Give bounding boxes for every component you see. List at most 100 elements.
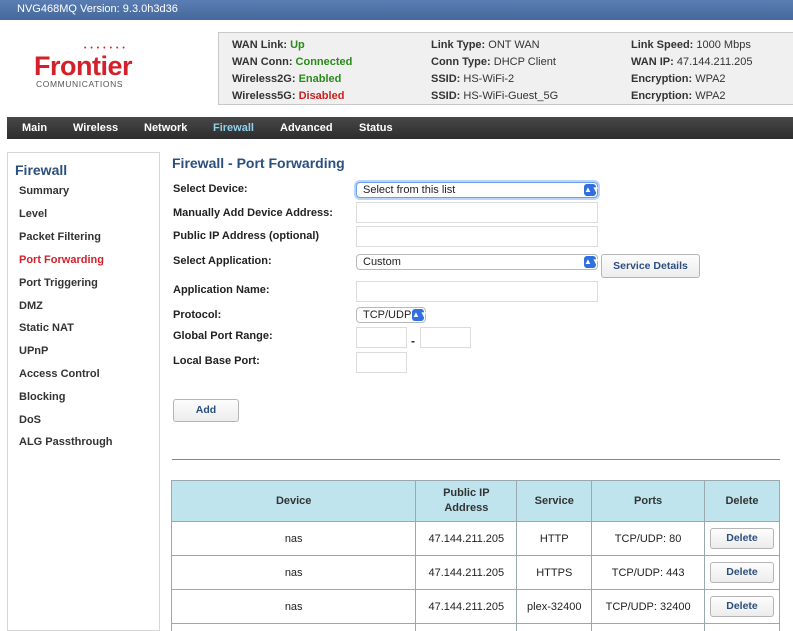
- label-global-port-range: Global Port Range:: [173, 330, 273, 342]
- status-wireless-2g: Wireless2G: Enabled: [232, 73, 342, 85]
- status-column-2: Link Type: ONT WAN Conn Type: DHCP Clien…: [431, 37, 558, 105]
- cell-ports: [591, 623, 705, 631]
- cell-device: nas: [170, 589, 417, 624]
- delete-button[interactable]: Delete: [710, 562, 774, 583]
- table-row: nas 47.144.211.205 HTTP TCP/UDP: 80 Dele…: [170, 521, 780, 556]
- cell-public-ip: 47.144.211.205: [415, 555, 518, 590]
- header-delete: Delete: [704, 480, 780, 522]
- cell-ports: TCP/UDP: 80: [591, 521, 705, 556]
- port-forwarding-table: Device Public IP Address Service Ports D…: [170, 480, 780, 631]
- cell-service: plex-32400: [516, 589, 593, 624]
- header-ports: Ports: [591, 480, 705, 522]
- cell-device: nas: [170, 555, 417, 590]
- sidebar-item-dos[interactable]: DoS: [19, 414, 41, 426]
- status-column-3: Link Speed: 1000 Mbps WAN IP: 47.144.211…: [631, 37, 753, 105]
- header-device: Device: [170, 480, 417, 522]
- cell-service: HTTP: [516, 521, 593, 556]
- sidebar-item-level[interactable]: Level: [19, 208, 47, 220]
- cell-delete: Delete: [704, 555, 780, 590]
- select-arrows-icon: ▲▼: [584, 256, 600, 268]
- cell-public-ip: 47.144.211.205: [415, 589, 518, 624]
- local-base-port-input[interactable]: [356, 352, 407, 373]
- label-local-base-port: Local Base Port:: [173, 355, 260, 367]
- page-title: Firewall - Port Forwarding: [172, 155, 345, 171]
- nav-advanced[interactable]: Advanced: [280, 122, 333, 134]
- label-public-ip: Public IP Address (optional): [173, 230, 320, 242]
- port-range-dash: -: [411, 334, 415, 348]
- nav-main[interactable]: Main: [22, 122, 47, 134]
- sidebar-item-alg-passthrough[interactable]: ALG Passthrough: [19, 436, 113, 448]
- sidebar-title: Firewall: [15, 162, 68, 178]
- add-button[interactable]: Add: [173, 399, 239, 422]
- status-wan-link: WAN Link: Up: [232, 39, 305, 51]
- cell-public-ip: [415, 623, 518, 631]
- global-port-end-input[interactable]: [420, 327, 471, 348]
- service-details-button[interactable]: Service Details: [601, 254, 700, 278]
- logo-subtitle: COMMUNICATIONS: [36, 79, 124, 89]
- sidebar: Firewall Summary Level Packet Filtering …: [7, 152, 160, 631]
- label-select-device: Select Device:: [173, 183, 248, 195]
- header: • • • • • • • Frontier COMMUNICATIONS WA…: [0, 20, 793, 115]
- label-application-name: Application Name:: [173, 284, 270, 296]
- cell-public-ip: 47.144.211.205: [415, 521, 518, 556]
- section-divider: [172, 459, 780, 460]
- label-select-application: Select Application:: [173, 255, 272, 267]
- cell-device: [170, 623, 417, 631]
- status-encryption-5g: Encryption: WPA2: [631, 90, 726, 102]
- sidebar-item-packet-filtering[interactable]: Packet Filtering: [19, 231, 101, 243]
- cell-service: HTTPS: [516, 555, 593, 590]
- cell-service: [516, 623, 593, 631]
- logo-name: Frontier: [34, 51, 133, 81]
- sidebar-item-dmz[interactable]: DMZ: [19, 300, 43, 312]
- table-header-row: Device Public IP Address Service Ports D…: [170, 480, 780, 522]
- version-text: NVG468MQ Version: 9.3.0h3d36: [17, 3, 178, 15]
- nav-wireless[interactable]: Wireless: [73, 122, 118, 134]
- frontier-logo: • • • • • • • Frontier COMMUNICATIONS: [34, 42, 144, 92]
- select-arrows-icon: ▲▼: [412, 309, 428, 321]
- status-encryption-2g: Encryption: WPA2: [631, 73, 726, 85]
- select-arrows-icon: ▲▼: [584, 184, 600, 196]
- header-service: Service: [516, 480, 593, 522]
- nav-firewall[interactable]: Firewall: [213, 122, 254, 134]
- sidebar-item-blocking[interactable]: Blocking: [19, 391, 65, 403]
- select-device-dropdown[interactable]: Select from this list ▲▼: [356, 182, 600, 198]
- status-column-1: WAN Link: Up WAN Conn: Connected Wireles…: [232, 37, 352, 105]
- status-conn-type: Conn Type: DHCP Client: [431, 56, 556, 68]
- status-panel: WAN Link: Up WAN Conn: Connected Wireles…: [218, 32, 793, 105]
- cell-delete: Delete: [704, 589, 780, 624]
- status-ssid-2g: SSID: HS-WiFi-2: [431, 73, 515, 85]
- protocol-value: TCP/UDP: [363, 309, 412, 321]
- manual-address-input[interactable]: [356, 202, 598, 223]
- delete-button[interactable]: Delete: [710, 596, 774, 617]
- main-navbar: Main Wireless Network Firewall Advanced …: [7, 117, 793, 139]
- global-port-start-input[interactable]: [356, 327, 407, 348]
- label-manual-address: Manually Add Device Address:: [173, 207, 333, 219]
- status-wan-conn: WAN Conn: Connected: [232, 56, 353, 68]
- status-link-speed: Link Speed: 1000 Mbps: [631, 39, 751, 51]
- table-row: [170, 623, 780, 631]
- delete-button[interactable]: Delete: [710, 528, 774, 549]
- nav-status[interactable]: Status: [359, 122, 393, 134]
- version-bar: NVG468MQ Version: 9.3.0h3d36: [0, 0, 793, 20]
- cell-ports: TCP/UDP: 443: [591, 555, 705, 590]
- select-device-value: Select from this list: [363, 184, 456, 196]
- status-link-type: Link Type: ONT WAN: [431, 39, 540, 51]
- table-row: nas 47.144.211.205 plex-32400 TCP/UDP: 3…: [170, 589, 780, 624]
- select-application-dropdown[interactable]: Custom ▲▼: [356, 254, 600, 270]
- sidebar-item-access-control[interactable]: Access Control: [19, 368, 100, 380]
- protocol-dropdown[interactable]: TCP/UDP ▲▼: [356, 307, 428, 323]
- public-ip-input[interactable]: [356, 226, 598, 247]
- sidebar-item-static-nat[interactable]: Static NAT: [19, 322, 74, 334]
- status-wireless-5g: Wireless5G: Disabled: [232, 90, 345, 102]
- status-ssid-5g: SSID: HS-WiFi-Guest_5G: [431, 90, 559, 102]
- sidebar-item-summary[interactable]: Summary: [19, 185, 69, 197]
- status-wan-ip: WAN IP: 47.144.211.205: [631, 56, 753, 68]
- header-public-ip: Public IP Address: [415, 480, 518, 522]
- nav-network[interactable]: Network: [144, 122, 187, 134]
- sidebar-item-port-forwarding[interactable]: Port Forwarding: [19, 254, 104, 266]
- select-application-value: Custom: [363, 256, 401, 268]
- sidebar-item-port-triggering[interactable]: Port Triggering: [19, 277, 98, 289]
- application-name-input[interactable]: [356, 281, 598, 302]
- sidebar-item-upnp[interactable]: UPnP: [19, 345, 48, 357]
- table-row: nas 47.144.211.205 HTTPS TCP/UDP: 443 De…: [170, 555, 780, 590]
